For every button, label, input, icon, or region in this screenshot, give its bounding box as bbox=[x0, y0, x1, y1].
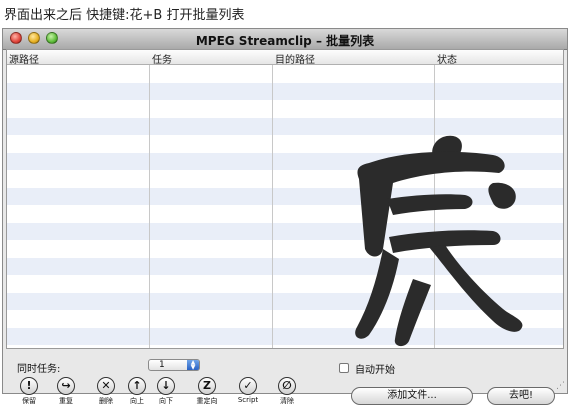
table-row bbox=[7, 222, 563, 240]
tool-label: 重定向 bbox=[196, 397, 218, 405]
table-body[interactable] bbox=[7, 65, 563, 348]
stepper-arrows-icon[interactable]: ▲ ▼ bbox=[187, 360, 199, 371]
redo-icon: ↪ bbox=[57, 377, 75, 395]
resize-grip-icon[interactable]: ⋰ bbox=[556, 381, 565, 391]
concurrent-tasks-label: 同时任务: bbox=[17, 364, 61, 375]
check-icon: ✓ bbox=[239, 377, 257, 395]
column-header-task[interactable]: 任务 bbox=[152, 51, 172, 66]
auto-start-checkbox[interactable] bbox=[339, 363, 349, 373]
column-divider bbox=[434, 65, 435, 348]
column-divider bbox=[149, 65, 150, 348]
title-bar[interactable]: MPEG Streamclip – 批量列表 bbox=[3, 29, 567, 50]
delete-tool-button[interactable]: ✕ 删除 bbox=[90, 377, 122, 406]
table-row bbox=[7, 327, 563, 345]
table-header: 源路径 任务 目的路径 状态 bbox=[7, 50, 563, 66]
tool-label: 向上 bbox=[130, 397, 144, 405]
table-row bbox=[7, 82, 563, 100]
window-title: MPEG Streamclip – 批量列表 bbox=[195, 34, 375, 48]
auto-start-label: 自动开始 bbox=[355, 365, 395, 376]
table-row bbox=[7, 292, 563, 310]
repeat-tool-button[interactable]: ↪ 重复 bbox=[50, 377, 82, 406]
clear-tool-button[interactable]: ∅ 清除 bbox=[271, 377, 303, 406]
redirect-icon: Z bbox=[198, 377, 216, 395]
table-row bbox=[7, 275, 563, 293]
tool-label: 删除 bbox=[99, 397, 113, 405]
move-up-tool-button[interactable]: ↑ 向上 bbox=[121, 377, 153, 406]
concurrent-tasks-select[interactable]: 1 ▲ ▼ bbox=[148, 359, 200, 371]
column-header-source-path[interactable]: 源路径 bbox=[9, 51, 39, 66]
table-row bbox=[7, 117, 563, 135]
caption-text: 界面出来之后 快捷键:花+B 打开批量列表 bbox=[4, 8, 245, 23]
go-button[interactable]: 去吧! bbox=[487, 387, 555, 405]
table-row bbox=[7, 65, 563, 83]
table-row bbox=[7, 170, 563, 188]
table-row bbox=[7, 100, 563, 118]
column-header-destination-path[interactable]: 目的路径 bbox=[275, 51, 315, 66]
pause-tool-button[interactable]: ! 保留 bbox=[13, 377, 45, 406]
redirect-tool-button[interactable]: Z 重定向 bbox=[191, 377, 223, 406]
tool-label: 向下 bbox=[159, 397, 173, 405]
batch-list-window: MPEG Streamclip – 批量列表 源路径 任务 目的路径 状态 同时… bbox=[2, 28, 568, 405]
column-header-status[interactable]: 状态 bbox=[437, 51, 457, 66]
tool-label: Script bbox=[237, 396, 259, 404]
column-divider bbox=[272, 65, 273, 348]
table-row bbox=[7, 310, 563, 328]
table-row bbox=[7, 205, 563, 223]
arrow-up-icon: ↑ bbox=[128, 377, 146, 395]
add-files-button[interactable]: 添加文件... bbox=[351, 387, 473, 405]
clear-icon: ∅ bbox=[278, 377, 296, 395]
delete-icon: ✕ bbox=[97, 377, 115, 395]
table-row bbox=[7, 135, 563, 153]
table-row bbox=[7, 240, 563, 258]
arrow-down-icon: ↓ bbox=[157, 377, 175, 395]
concurrent-tasks-value: 1 bbox=[159, 360, 165, 370]
script-tool-button[interactable]: ✓ Script bbox=[232, 377, 264, 404]
batch-table[interactable]: 源路径 任务 目的路径 状态 bbox=[6, 49, 564, 349]
tool-label: 重复 bbox=[59, 397, 73, 405]
table-row bbox=[7, 257, 563, 275]
tool-label: 清除 bbox=[280, 397, 294, 405]
tool-label: 保留 bbox=[22, 397, 36, 405]
table-row bbox=[7, 152, 563, 170]
table-row bbox=[7, 187, 563, 205]
bottom-panel: 同时任务: 1 ▲ ▼ 自动开始 ! 保留 ↪ 重复 ✕ 删除 ↑ 向上 ↓ 向下… bbox=[3, 351, 567, 405]
move-down-tool-button[interactable]: ↓ 向下 bbox=[150, 377, 182, 406]
exclamation-icon: ! bbox=[20, 377, 38, 395]
